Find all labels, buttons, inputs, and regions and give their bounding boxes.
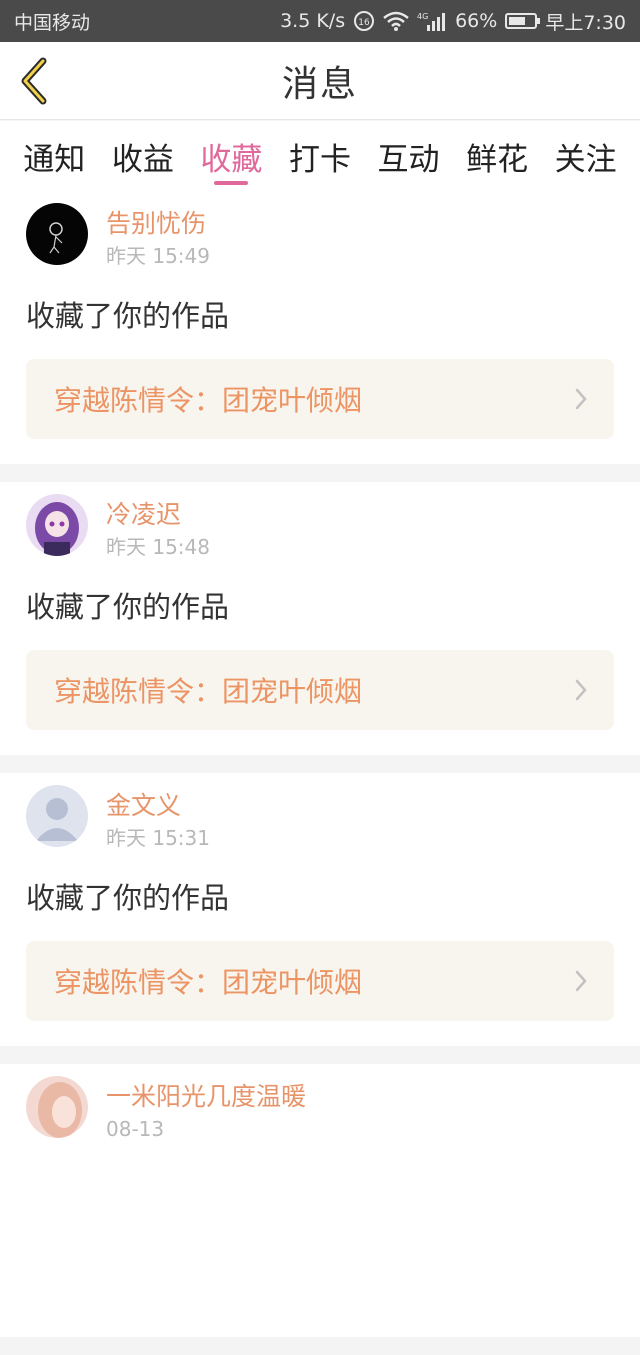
chevron-right-icon xyxy=(574,387,588,411)
username[interactable]: 冷凌迟 xyxy=(106,498,210,532)
message-header: 金文义 昨天 15:31 xyxy=(26,785,614,875)
work-title: 穿越陈情令：团宠叶倾烟 xyxy=(54,384,363,417)
chevron-right-icon xyxy=(574,969,588,993)
tab-earnings[interactable]: 收益 xyxy=(110,121,176,191)
tab-interactions[interactable]: 互动 xyxy=(376,121,442,191)
network-speed: 3.5 K/s xyxy=(280,10,346,32)
svg-text:16: 16 xyxy=(358,18,370,28)
message-header: 告别忧伤 昨天 15:49 xyxy=(26,203,614,293)
message-meta: 冷凌迟 昨天 15:48 xyxy=(106,494,210,562)
svg-text:4G: 4G xyxy=(417,12,428,21)
action-text: 收藏了你的作品 xyxy=(26,590,230,624)
chevron-right-icon xyxy=(574,678,588,702)
avatar[interactable] xyxy=(26,1076,88,1138)
tab-checkin[interactable]: 打卡 xyxy=(287,121,353,191)
message-header: 一米阳光几度温暖 08-13 xyxy=(26,1076,614,1166)
back-button[interactable] xyxy=(14,54,54,108)
battery-icon xyxy=(505,13,541,29)
avatar[interactable] xyxy=(26,203,88,265)
message-card: 一米阳光几度温暖 08-13 xyxy=(0,1064,640,1337)
message-card: 告别忧伤 昨天 15:49 收藏了你的作品 穿越陈情令：团宠叶倾烟 xyxy=(0,191,640,464)
work-title: 穿越陈情令：团宠叶倾烟 xyxy=(54,966,363,999)
battery-percent: 66% xyxy=(455,10,498,32)
username[interactable]: 告别忧伤 xyxy=(106,207,210,241)
tab-bar: 通知 收益 收藏 打卡 互动 鲜花 关注 xyxy=(0,121,640,191)
carrier-label: 中国移动 xyxy=(14,11,91,34)
wifi-icon xyxy=(383,11,409,31)
message-meta: 告别忧伤 昨天 15:49 xyxy=(106,203,210,271)
work-link[interactable]: 穿越陈情令：团宠叶倾烟 xyxy=(26,359,614,439)
username[interactable]: 一米阳光几度温暖 xyxy=(106,1080,306,1114)
action-text: 收藏了你的作品 xyxy=(26,299,230,333)
message-meta: 一米阳光几度温暖 08-13 xyxy=(106,1076,306,1144)
action-text: 收藏了你的作品 xyxy=(26,881,230,915)
timestamp: 昨天 15:31 xyxy=(106,826,210,850)
timestamp: 昨天 15:48 xyxy=(106,535,210,559)
message-meta: 金文义 昨天 15:31 xyxy=(106,785,210,853)
tab-flowers[interactable]: 鲜花 xyxy=(464,121,530,191)
tab-notifications[interactable]: 通知 xyxy=(21,121,87,191)
message-card: 金文义 昨天 15:31 收藏了你的作品 穿越陈情令：团宠叶倾烟 xyxy=(0,773,640,1046)
work-title: 穿越陈情令：团宠叶倾烟 xyxy=(54,675,363,708)
hd-call-icon: 16 xyxy=(353,10,375,32)
status-right: 3.5 K/s 16 4G 66% 早上7:30 xyxy=(280,8,626,35)
timestamp: 昨天 15:49 xyxy=(106,244,210,268)
tab-following[interactable]: 关注 xyxy=(553,121,619,191)
username[interactable]: 金文义 xyxy=(106,789,210,823)
chevron-left-icon xyxy=(21,57,47,105)
page-title: 消息 xyxy=(281,63,358,105)
message-header: 冷凌迟 昨天 15:48 xyxy=(26,494,614,584)
work-link[interactable]: 穿越陈情令：团宠叶倾烟 xyxy=(26,650,614,730)
clock: 早上7:30 xyxy=(545,11,626,34)
status-bar: 中国移动 3.5 K/s 16 4G 66% 早上7:30 xyxy=(0,0,640,42)
message-list: 告别忧伤 昨天 15:49 收藏了你的作品 穿越陈情令：团宠叶倾烟 冷凌迟 昨天… xyxy=(0,191,640,1355)
header: 消息 xyxy=(0,42,640,120)
tab-favorites[interactable]: 收藏 xyxy=(198,121,264,191)
timestamp: 08-13 xyxy=(106,1117,165,1141)
signal-icon: 4G xyxy=(417,11,447,31)
avatar[interactable] xyxy=(26,494,88,556)
avatar[interactable] xyxy=(26,785,88,847)
work-link[interactable]: 穿越陈情令：团宠叶倾烟 xyxy=(26,941,614,1021)
message-card: 冷凌迟 昨天 15:48 收藏了你的作品 穿越陈情令：团宠叶倾烟 xyxy=(0,482,640,755)
